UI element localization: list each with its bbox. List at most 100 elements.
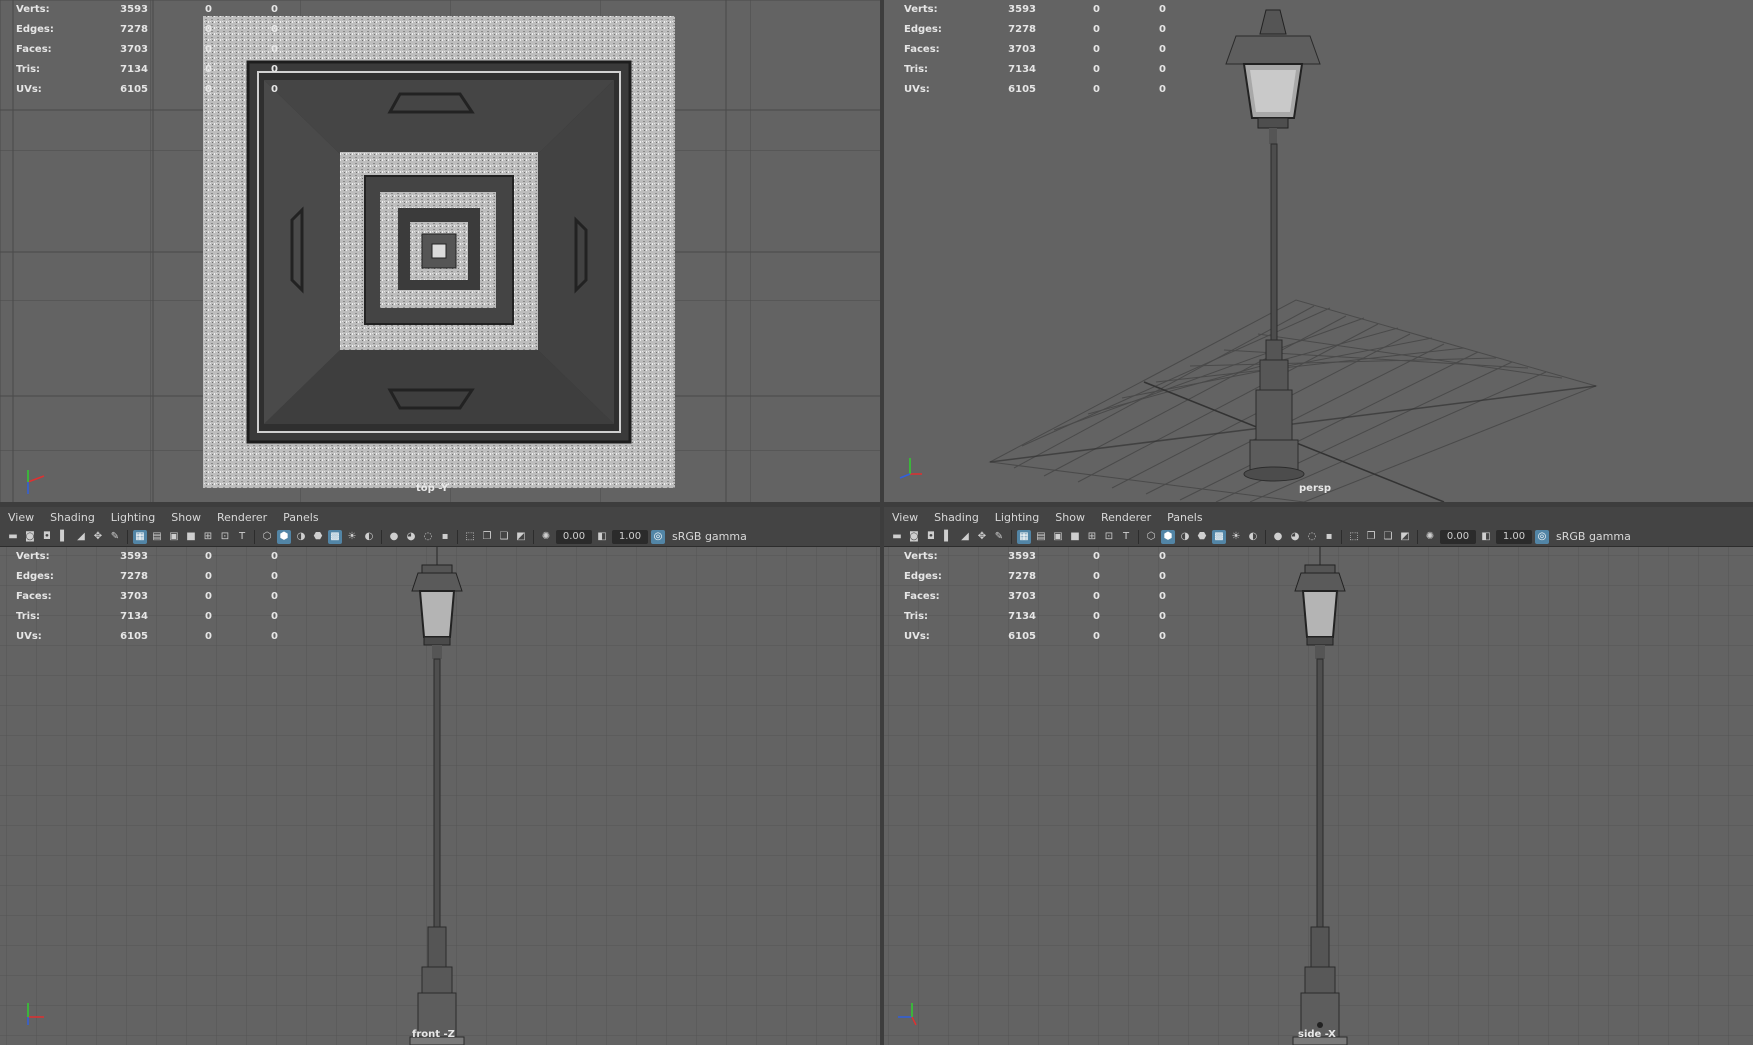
hud-value-uvs: 6105	[120, 84, 148, 95]
gate-mask-icon[interactable]: ■	[184, 530, 198, 544]
menu-shading[interactable]: Shading	[42, 511, 103, 524]
motion-blur-icon[interactable]: ◕	[1288, 530, 1302, 544]
safe-title-icon[interactable]: T	[1119, 530, 1133, 544]
film-gate-icon[interactable]: ▤	[150, 530, 164, 544]
menu-view[interactable]: View	[884, 511, 926, 524]
image-plane-icon[interactable]: ◢	[958, 530, 972, 544]
anti-aliasing-icon[interactable]: ◌	[421, 530, 435, 544]
grease-pencil-icon[interactable]: ✎	[108, 530, 122, 544]
wireframe-icon[interactable]: ⬡	[260, 530, 274, 544]
exposure-field[interactable]: 0.00	[1440, 529, 1476, 544]
default-material-icon[interactable]: ◑	[294, 530, 308, 544]
camera-lock-icon[interactable]: ◙	[907, 530, 921, 544]
bookmark-icon[interactable]: ▌	[941, 530, 955, 544]
isolate-select-icon[interactable]: ⬚	[463, 530, 477, 544]
camera-icon[interactable]: ▬	[890, 530, 904, 544]
menu-panels[interactable]: Panels	[1159, 511, 1210, 524]
camera-icon[interactable]: ▬	[6, 530, 20, 544]
color-space-label[interactable]: sRGB gamma	[668, 530, 747, 543]
camera-lock-icon[interactable]: ◙	[23, 530, 37, 544]
shadows-icon[interactable]: ◐	[1246, 530, 1260, 544]
wireframe-on-shaded-icon[interactable]: ⬣	[311, 530, 325, 544]
grease-pencil-icon[interactable]: ✎	[992, 530, 1006, 544]
menu-view[interactable]: View	[0, 511, 42, 524]
default-material-icon[interactable]: ◑	[1178, 530, 1192, 544]
viewport-persp[interactable]: Verts: 3593 0 0 Edges: 7278 0 0 Faces: 3703 0 0 T…	[884, 0, 1753, 502]
menu-show[interactable]: Show	[1047, 511, 1093, 524]
color-management-icon[interactable]: ◎	[1535, 529, 1549, 544]
safe-action-icon[interactable]: ⊡	[1102, 530, 1116, 544]
exposure-icon[interactable]: ✺	[1423, 530, 1437, 544]
exposure-field[interactable]: 0.00	[556, 529, 592, 544]
textured-icon[interactable]: ▩	[328, 529, 342, 544]
2d-pan-zoom-icon[interactable]: ✥	[91, 530, 105, 544]
menu-lighting[interactable]: Lighting	[987, 511, 1047, 524]
ambient-occlusion-icon[interactable]: ●	[1271, 530, 1285, 544]
bookmark-icon[interactable]: ▌	[57, 530, 71, 544]
exposure-icon[interactable]: ✺	[539, 530, 553, 544]
hud-value-edges-uv: 0	[1159, 571, 1166, 582]
xray-icon[interactable]: ❐	[480, 530, 494, 544]
camera-attributes-icon[interactable]: ◘	[924, 530, 938, 544]
ambient-occlusion-icon[interactable]: ●	[387, 530, 401, 544]
hud-label-verts: Verts:	[16, 4, 50, 15]
textured-icon[interactable]: ▩	[1212, 529, 1226, 544]
depth-of-field-icon[interactable]: ▪	[1322, 530, 1336, 544]
poly-count-hud: Verts: 3593 0 0 Edges: 7278 0 0 Faces: 3703 0 0 T…	[16, 547, 278, 647]
color-management-icon[interactable]: ◎	[651, 529, 665, 544]
gamma-icon[interactable]: ◧	[1479, 530, 1493, 544]
shadows-icon[interactable]: ◐	[362, 530, 376, 544]
camera-attributes-icon[interactable]: ◘	[40, 530, 54, 544]
grid-icon[interactable]: ▦	[133, 529, 147, 544]
menu-renderer[interactable]: Renderer	[1093, 511, 1159, 524]
hud-value-verts: 3593	[1008, 4, 1036, 15]
anti-aliasing-icon[interactable]: ◌	[1305, 530, 1319, 544]
hud-row-edges: Edges: 7278 0 0	[16, 567, 278, 587]
menu-panels[interactable]: Panels	[275, 511, 326, 524]
film-gate-icon[interactable]: ▤	[1034, 530, 1048, 544]
menu-show[interactable]: Show	[163, 511, 209, 524]
use-all-lights-icon[interactable]: ☀	[1229, 530, 1243, 544]
hud-value-faces-selected: 0	[1093, 591, 1100, 602]
viewport-top[interactable]: Verts: 3593 0 0 Edges: 7278 0 0 Faces: 3703 0 0 T…	[0, 0, 880, 502]
xray-active-components-icon[interactable]: ❑	[1381, 530, 1395, 544]
grid-icon[interactable]: ▦	[1017, 529, 1031, 544]
smooth-shade-icon[interactable]: ⬢	[277, 529, 291, 544]
hud-value-faces-uv: 0	[271, 591, 278, 602]
hud-value-faces-uv: 0	[1159, 44, 1166, 55]
gamma-field[interactable]: 1.00	[612, 529, 648, 544]
isolate-select-icon[interactable]: ⬚	[1347, 530, 1361, 544]
safe-action-icon[interactable]: ⊡	[218, 530, 232, 544]
xray-joints-icon[interactable]: ◩	[1398, 530, 1412, 544]
resolution-gate-icon[interactable]: ▣	[167, 530, 181, 544]
wireframe-icon[interactable]: ⬡	[1144, 530, 1158, 544]
resolution-gate-icon[interactable]: ▣	[1051, 530, 1065, 544]
gamma-field[interactable]: 1.00	[1496, 529, 1532, 544]
viewport-side[interactable]: View Shading Lighting Show Renderer Pane…	[884, 507, 1753, 1045]
viewport-front[interactable]: View Shading Lighting Show Renderer Pane…	[0, 507, 880, 1045]
hud-value-edges: 7278	[120, 571, 148, 582]
hud-label-tris: Tris:	[16, 611, 41, 622]
menu-shading[interactable]: Shading	[926, 511, 987, 524]
image-plane-icon[interactable]: ◢	[74, 530, 88, 544]
menu-lighting[interactable]: Lighting	[103, 511, 163, 524]
xray-joints-icon[interactable]: ◩	[514, 530, 528, 544]
field-chart-icon[interactable]: ⊞	[201, 530, 215, 544]
xray-icon[interactable]: ❐	[1364, 530, 1378, 544]
use-all-lights-icon[interactable]: ☀	[345, 530, 359, 544]
xray-active-components-icon[interactable]: ❑	[497, 530, 511, 544]
color-space-label[interactable]: sRGB gamma	[1552, 530, 1631, 543]
smooth-shade-icon[interactable]: ⬢	[1161, 529, 1175, 544]
wireframe-on-shaded-icon[interactable]: ⬣	[1195, 530, 1209, 544]
hud-row-edges: Edges: 7278 0 0	[904, 20, 1166, 40]
gamma-icon[interactable]: ◧	[595, 530, 609, 544]
safe-title-icon[interactable]: T	[235, 530, 249, 544]
menu-renderer[interactable]: Renderer	[209, 511, 275, 524]
hud-label-faces: Faces:	[904, 44, 940, 55]
motion-blur-icon[interactable]: ◕	[404, 530, 418, 544]
hud-value-uvs: 6105	[1008, 84, 1036, 95]
field-chart-icon[interactable]: ⊞	[1085, 530, 1099, 544]
2d-pan-zoom-icon[interactable]: ✥	[975, 530, 989, 544]
gate-mask-icon[interactable]: ■	[1068, 530, 1082, 544]
depth-of-field-icon[interactable]: ▪	[438, 530, 452, 544]
